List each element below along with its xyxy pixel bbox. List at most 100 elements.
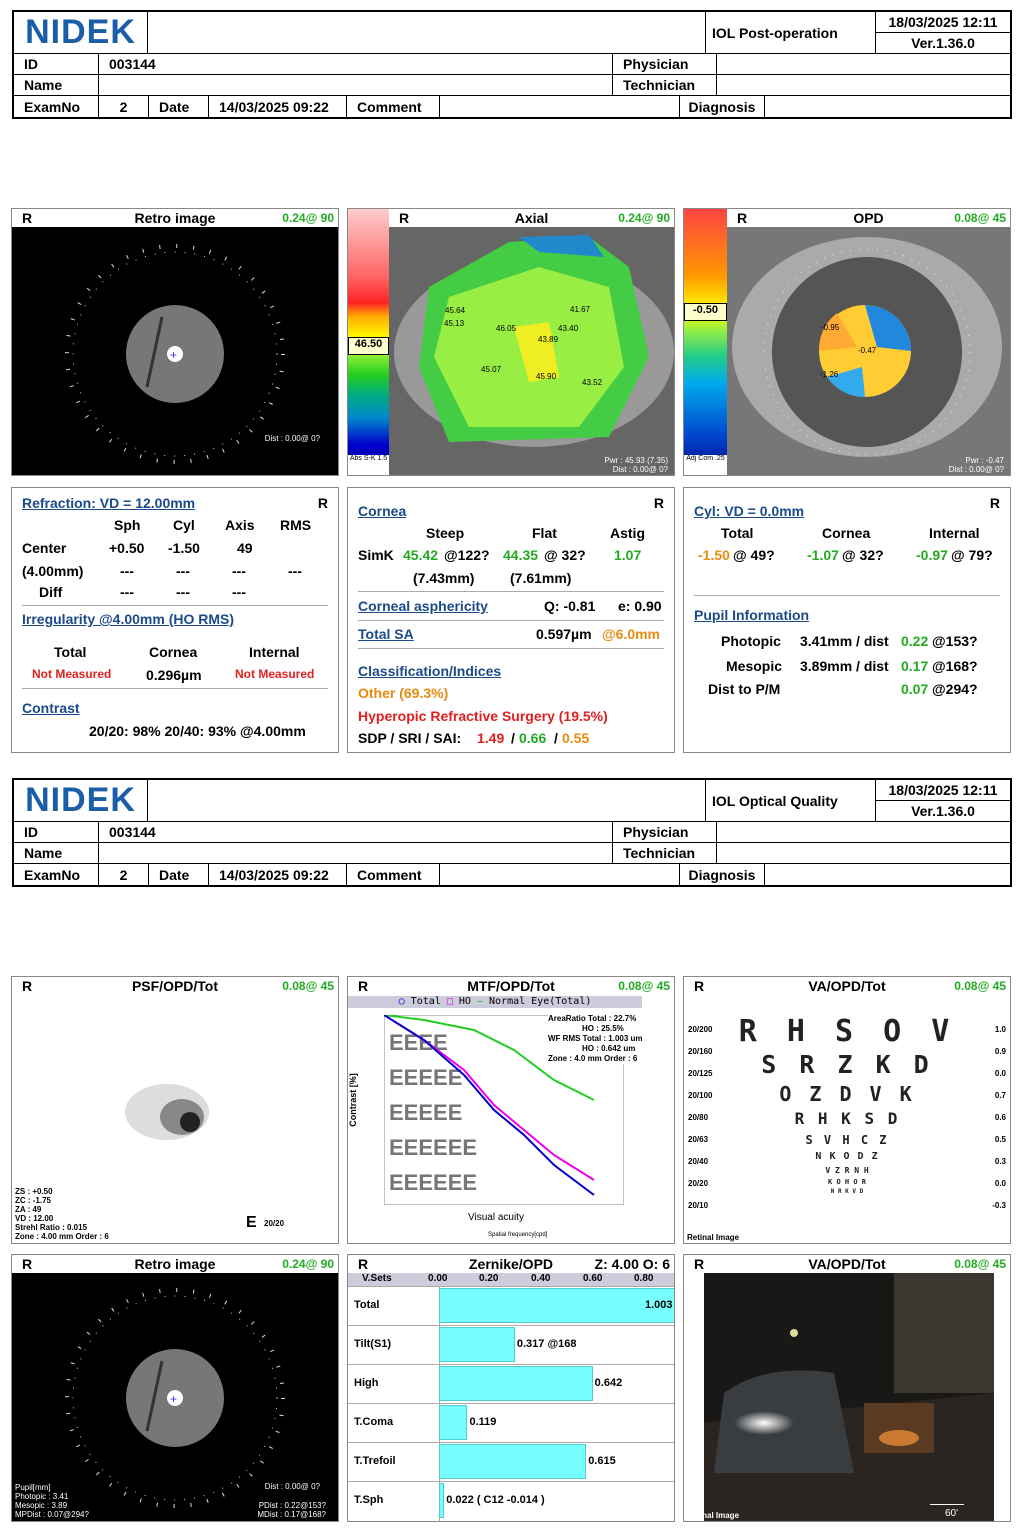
steep-value: 45.42 <box>403 547 439 563</box>
examno-value: 2 <box>99 96 149 117</box>
panel-value: 0.24@ 90 <box>618 211 670 225</box>
diagnosis-value <box>764 864 1010 885</box>
va-right: -0.3 <box>992 1201 1006 1210</box>
wf-ho: HO : 0.642 um <box>582 1044 636 1053</box>
mtf-stats: AreaRatio Total : 22.7% HO : 25.5% WF RM… <box>548 1014 643 1064</box>
va-left: 20/80 <box>688 1113 709 1122</box>
scale-bar-label: 60' <box>944 1508 958 1519</box>
va-row: R H S O V <box>738 1014 956 1049</box>
irreg-cornea-value: 0.296µm <box>146 667 202 683</box>
mtf-xlabel2: Spatial frequency[cpd] <box>488 1232 548 1238</box>
comment-value <box>440 864 680 885</box>
va-left: 20/125 <box>688 1069 713 1078</box>
psf-zc: ZC : -1.75 <box>15 1196 52 1205</box>
map-label: 43.52 <box>582 378 603 387</box>
col-internal: Internal <box>929 525 980 541</box>
map-label: 45.90 <box>536 372 557 381</box>
classification-1: Other (69.3%) <box>358 685 449 701</box>
eye-label: R <box>653 495 664 511</box>
classification-2: Hyperopic Refractive Surgery (19.5%) <box>358 708 608 724</box>
panel-value: 0.24@ 90 <box>282 1257 334 1271</box>
zernike-bar-value: 0.022 ( C12 -0.014 ) <box>446 1494 545 1506</box>
va-row: V Z R N H <box>825 1166 869 1175</box>
nidek-logo: NIDEK <box>14 780 148 821</box>
eye-label: R <box>989 495 1000 511</box>
psf-image <box>125 1084 209 1140</box>
axial-map <box>389 227 674 475</box>
irreg-internal-label: Internal <box>249 644 300 660</box>
report-header-1: NIDEK IOL Post-operation 18/03/2025 12:1… <box>12 10 1012 119</box>
va-letters: R H S O V S R Z K D O Z D V K R H K S D … <box>684 1015 1010 1196</box>
dist-text: Dist : 0.00@ 0? <box>948 465 1004 474</box>
mdist-text: MDist : 0.17@168? <box>257 1510 326 1519</box>
cyl-cornea-axis: @ 32? <box>842 547 884 563</box>
panel-value: 0.08@ 45 <box>618 979 670 993</box>
report-version: Ver.1.36.0 <box>911 35 975 51</box>
zernike-panel: R Zernike/OPD Z: 4.00 O: 6 V.Sets 0.00 0.2… <box>347 1254 675 1522</box>
zernike-bar <box>439 1444 587 1479</box>
cyl-panel: Cyl: VD = 0.0mm R Total Cornea Internal … <box>683 487 1011 753</box>
cyl-total-axis: @ 49? <box>733 547 775 563</box>
opd-map-panel: -0.50 Adj Com .25 R OPD 0.08@ 45 -0.95 -0.… <box>683 208 1011 476</box>
col-cornea: Cornea <box>822 525 871 541</box>
sdp-label: SDP / SRI / SAI: <box>358 730 462 746</box>
va-right: 0.9 <box>994 1047 1006 1056</box>
irregularity-title: Irregularity @4.00mm (HO RMS) <box>22 611 235 627</box>
zernike-row-label: T.Sph <box>354 1494 384 1506</box>
photopic-label: Photopic <box>721 633 781 649</box>
zone-axis: --- <box>232 563 246 579</box>
map-label: 45.13 <box>444 319 465 328</box>
comment-label: Comment <box>347 864 440 885</box>
patient-name <box>99 843 613 863</box>
wf-rms: WF RMS <box>548 1034 581 1043</box>
map-label: -0.47 <box>858 346 877 355</box>
va-right: 1.0 <box>994 1025 1006 1034</box>
mesopic-angle: @168? <box>932 658 978 674</box>
zernike-row-divider <box>348 1403 674 1404</box>
q-value: Q: -0.81 <box>544 598 596 614</box>
report-version: Ver.1.36.0 <box>911 803 975 819</box>
nidek-logo: NIDEK <box>14 12 148 53</box>
scale-tick: 0.80 <box>634 1273 654 1284</box>
retro-image-panel-2: R Retro image 0.24@ 90 + Pupil[mm] Photopic… <box>11 1254 339 1522</box>
date-label: Date <box>149 96 209 117</box>
report-title: IOL Post-operation <box>706 12 876 53</box>
zernike-row-label: Total <box>354 1299 380 1311</box>
astig-value: 1.07 <box>614 547 642 563</box>
photopic: Photopic : 3.41 <box>15 1492 69 1501</box>
date-value: 14/03/2025 09:22 <box>209 96 347 117</box>
color-scale <box>684 209 727 475</box>
zernike-bar-value: 0.642 <box>594 1377 623 1389</box>
wf-total: Total : 1.003 um <box>582 1034 643 1043</box>
panel-value: 0.24@ 90 <box>282 211 334 225</box>
pwr-text: Pwr : -0.47 <box>965 456 1004 465</box>
examno-value: 2 <box>99 864 149 885</box>
scale-tick: 0.40 <box>531 1273 551 1284</box>
flat-mm: (7.61mm) <box>510 570 572 586</box>
technician-label: Technician <box>613 843 717 863</box>
col-cyl: Cyl <box>173 517 195 533</box>
legend-normal: Normal Eye(Total) <box>489 996 592 1007</box>
pdist-text: PDist : 0.22@153? <box>258 1501 326 1510</box>
eye-label: R <box>317 495 328 511</box>
panel-value: 0.08@ 45 <box>954 1257 1006 1271</box>
map-label: -1.26 <box>820 370 839 379</box>
va-right: 0.0 <box>994 1069 1006 1078</box>
mpdist: MPDist : 0.07@294? <box>15 1510 89 1519</box>
irreg-total-label: Total <box>54 644 87 660</box>
mesopic-label: Mesopic <box>726 658 783 674</box>
sri-value: 0.66 <box>519 730 547 746</box>
contrast-title: Contrast <box>22 700 80 716</box>
retinal-scene-image <box>704 1273 994 1521</box>
irreg-cornea-label: Cornea <box>149 644 198 660</box>
zernike-row-divider <box>348 1364 674 1365</box>
map-label: 41.67 <box>570 305 591 314</box>
photopic-angle: @153? <box>932 633 978 649</box>
scale-tick: 0.60 <box>583 1273 603 1284</box>
center-sph: +0.50 <box>109 540 145 556</box>
col-rms: RMS <box>280 517 312 533</box>
name-label: Name <box>14 843 99 863</box>
va-row: N R K V D <box>830 1188 864 1195</box>
scale-value: 46.50 <box>348 337 389 355</box>
steep-axis: @122? <box>444 547 490 563</box>
